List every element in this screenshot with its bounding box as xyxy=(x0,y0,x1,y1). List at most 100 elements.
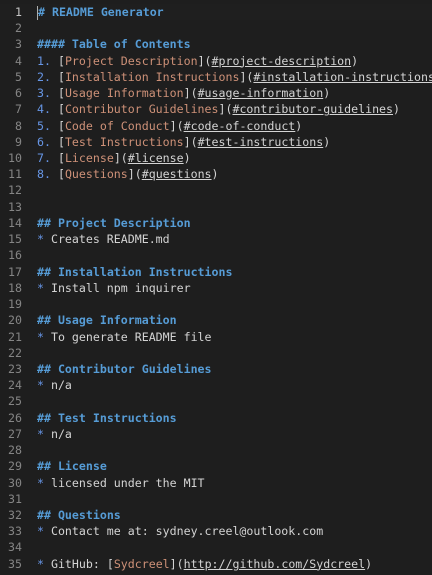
line-content[interactable]: ## Questions xyxy=(37,507,121,523)
editor-line[interactable]: 10 7. [License](#license) xyxy=(0,150,432,166)
editor-line[interactable]: 12 xyxy=(0,182,432,198)
toc-link-url[interactable]: #project-description xyxy=(212,54,352,68)
editor-line[interactable]: 11 8. [Questions](#questions) xyxy=(0,166,432,182)
line-content[interactable]: * To generate README file xyxy=(37,329,212,345)
line-content[interactable]: * GitHub: [Sydcreel](http://github.com/S… xyxy=(37,556,372,572)
line-content[interactable]: #### Table of Contents xyxy=(37,36,191,52)
line-content[interactable]: 8. [Questions](#questions) xyxy=(37,166,219,182)
toc-link-url[interactable]: #license xyxy=(128,151,184,165)
line-number: 31 xyxy=(8,491,22,506)
line-number: 6 xyxy=(15,86,22,101)
line-content[interactable]: * Creates README.md xyxy=(37,231,170,247)
line-content[interactable]: ## Contributor Guidelines xyxy=(37,361,212,377)
editor-line[interactable]: 35 * GitHub: [Sydcreel](http://github.com… xyxy=(0,556,432,572)
line-number: 4 xyxy=(15,53,22,68)
line-content[interactable]: ## Test Instructions xyxy=(37,410,177,426)
line-number: 12 xyxy=(8,183,22,198)
line-content[interactable]: * Contact me at: sydney.creel@outlook.co… xyxy=(37,523,323,539)
editor-line[interactable]: 16 xyxy=(0,247,432,263)
line-content[interactable]: ## License xyxy=(37,458,107,474)
line-number: 16 xyxy=(8,248,22,263)
editor-line[interactable]: 7 4. [Contributor Guidelines](#contributo… xyxy=(0,101,432,117)
line-content[interactable]: ## Usage Information xyxy=(37,312,177,328)
bracket: ]( xyxy=(218,102,233,117)
bullet-mark: * xyxy=(37,232,44,247)
editor-line[interactable]: 18 * Install npm inquirer xyxy=(0,280,432,296)
editor-line[interactable]: 31 xyxy=(0,491,432,507)
editor-line[interactable]: 4 1. [Project Description](#project-descr… xyxy=(0,53,432,69)
editor-line[interactable]: 29 ## License xyxy=(0,458,432,474)
editor-line[interactable]: 14 ## Project Description xyxy=(0,215,432,231)
github-link-url[interactable]: http://github.com/Sydcreel xyxy=(184,557,365,571)
editor-line[interactable]: 21 * To generate README file xyxy=(0,329,432,345)
toc-link-text[interactable]: Usage Information xyxy=(65,86,184,100)
editor-line[interactable]: 20 ## Usage Information xyxy=(0,312,432,328)
editor-line[interactable]: 22 xyxy=(0,345,432,361)
editor-line[interactable]: 5 2. [Installation Instructions](#install… xyxy=(0,69,432,85)
editor-line[interactable]: 32 ## Questions xyxy=(0,507,432,523)
editor-line[interactable]: 13 xyxy=(0,199,432,215)
editor-line[interactable]: 25 xyxy=(0,393,432,409)
line-number: 18 xyxy=(8,280,22,295)
line-number: 19 xyxy=(8,297,22,312)
toc-link-url[interactable]: #questions xyxy=(142,167,212,181)
line-content[interactable]: 7. [License](#license) xyxy=(37,150,191,166)
bracket: [ xyxy=(50,167,65,182)
editor-line[interactable]: 24 * n/a xyxy=(0,377,432,393)
line-content[interactable]: 2. [Installation Instructions](#installa… xyxy=(37,69,432,85)
toc-link-text[interactable]: Project Description xyxy=(65,54,198,68)
toc-number: 3. xyxy=(37,86,51,101)
editor-line[interactable]: 2 xyxy=(0,20,432,36)
editor-line[interactable]: 1 # README Generator xyxy=(0,4,432,20)
toc-link-text[interactable]: Code of Conduct xyxy=(65,119,170,133)
bracket: [ xyxy=(50,151,65,166)
line-content[interactable]: # README Generator xyxy=(37,4,164,20)
toc-link-text[interactable]: Questions xyxy=(65,167,128,181)
toc-link-url[interactable]: #usage-information xyxy=(198,86,324,100)
bullet-mark: * xyxy=(37,378,44,393)
toc-link-url[interactable]: #test-instructions xyxy=(198,135,324,149)
code-editor[interactable]: 1 # README Generator 2 3 #### Table of Conte… xyxy=(0,0,432,575)
line-content[interactable]: 3. [Usage Information](#usage-informatio… xyxy=(37,85,330,101)
line-content[interactable]: ## Project Description xyxy=(37,215,191,231)
editor-line[interactable]: 27 * n/a xyxy=(0,426,432,442)
editor-line[interactable]: 3 #### Table of Contents xyxy=(0,36,432,52)
editor-line[interactable]: 19 xyxy=(0,296,432,312)
editor-line[interactable]: 8 5. [Code of Conduct](#code-of-conduct) xyxy=(0,118,432,134)
github-link-text[interactable]: Sydcreel xyxy=(114,557,170,571)
line-number: 20 xyxy=(8,313,22,328)
toc-link-text[interactable]: Installation Instructions xyxy=(65,70,240,84)
editor-line[interactable]: 26 ## Test Instructions xyxy=(0,410,432,426)
toc-link-text[interactable]: License xyxy=(65,151,114,165)
editor-line[interactable]: 30 * licensed under the MIT xyxy=(0,475,432,491)
line-content[interactable]: * n/a xyxy=(37,377,72,393)
toc-link-text[interactable]: Contributor Guidelines xyxy=(65,102,219,116)
editor-line[interactable]: 23 ## Contributor Guidelines xyxy=(0,361,432,377)
line-content[interactable]: 4. [Contributor Guidelines](#contributor… xyxy=(37,101,400,117)
editor-line[interactable]: 6 3. [Usage Information](#usage-informati… xyxy=(0,85,432,101)
line-content[interactable]: 5. [Code of Conduct](#code-of-conduct) xyxy=(37,118,302,134)
line-number: 3 xyxy=(15,37,22,52)
editor-line[interactable]: 33 * Contact me at: sydney.creel@outlook.… xyxy=(0,523,432,539)
toc-link-url[interactable]: #installation-instructions xyxy=(253,70,432,84)
bracket: ) xyxy=(295,118,303,133)
toc-link-text[interactable]: Test Instructions xyxy=(65,135,184,149)
editor-line[interactable]: 34 xyxy=(0,539,432,555)
editor-line[interactable]: 15 * Creates README.md xyxy=(0,231,432,247)
editor-line[interactable]: 17 ## Installation Instructions xyxy=(0,264,432,280)
line-content[interactable]: * Install npm inquirer xyxy=(37,280,191,296)
line-content[interactable]: 6. [Test Instructions](#test-instruction… xyxy=(37,134,330,150)
line-content[interactable]: 1. [Project Description](#project-descri… xyxy=(37,53,358,69)
editor-line[interactable]: 9 6. [Test Instructions](#test-instructio… xyxy=(0,134,432,150)
bullet-mark: * xyxy=(37,329,44,344)
toc-link-url[interactable]: #contributor-guidelines xyxy=(232,102,393,116)
toc-link-url[interactable]: #code-of-conduct xyxy=(184,119,296,133)
line-content[interactable]: ## Installation Instructions xyxy=(37,264,232,280)
line-content[interactable]: * licensed under the MIT xyxy=(37,475,205,491)
line-content[interactable]: * n/a xyxy=(37,426,72,442)
heading-mark: # xyxy=(38,5,45,19)
editor-line[interactable]: 28 xyxy=(0,442,432,458)
